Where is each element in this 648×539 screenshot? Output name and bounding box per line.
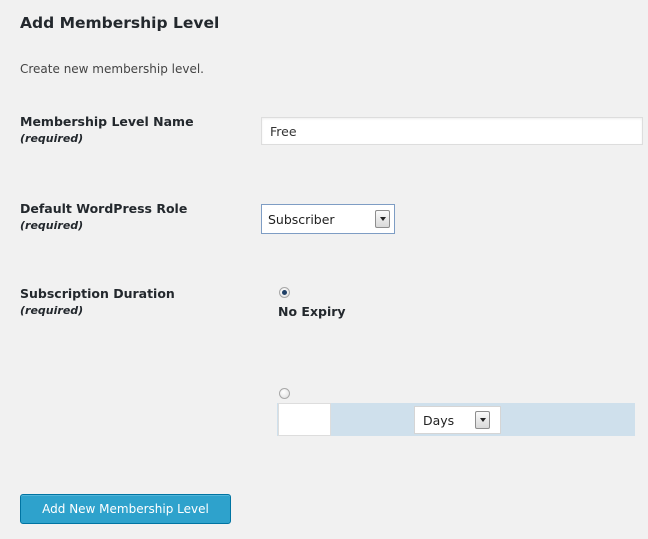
role-label: Default WordPress Role (required) <box>20 200 187 234</box>
page-title: Add Membership Level <box>20 14 220 32</box>
duration-unit-value: Days <box>423 413 455 428</box>
duration-unit-select[interactable]: Days <box>414 406 501 434</box>
chevron-down-icon[interactable] <box>375 210 390 228</box>
no-expiry-radio[interactable] <box>279 287 290 298</box>
add-membership-level-button[interactable]: Add New Membership Level <box>20 494 231 524</box>
level-name-label-text: Membership Level Name <box>20 114 194 129</box>
page-description: Create new membership level. <box>20 62 204 76</box>
duration-days-input[interactable] <box>278 403 331 436</box>
level-name-label: Membership Level Name (required) <box>20 113 194 147</box>
duration-label-text: Subscription Duration <box>20 286 175 301</box>
chevron-down-icon[interactable] <box>475 411 490 429</box>
duration-required-note: (required) <box>20 304 84 317</box>
level-name-required-note: (required) <box>20 132 84 145</box>
role-select-value: Subscriber <box>268 212 335 227</box>
fixed-duration-radio[interactable] <box>279 388 290 399</box>
role-required-note: (required) <box>20 219 84 232</box>
role-select[interactable]: Subscriber <box>261 204 395 234</box>
duration-label: Subscription Duration (required) <box>20 285 175 319</box>
role-label-text: Default WordPress Role <box>20 201 188 216</box>
no-expiry-label: No Expiry <box>278 304 346 319</box>
level-name-input[interactable] <box>261 117 643 145</box>
duration-days-panel: Days <box>277 403 635 436</box>
